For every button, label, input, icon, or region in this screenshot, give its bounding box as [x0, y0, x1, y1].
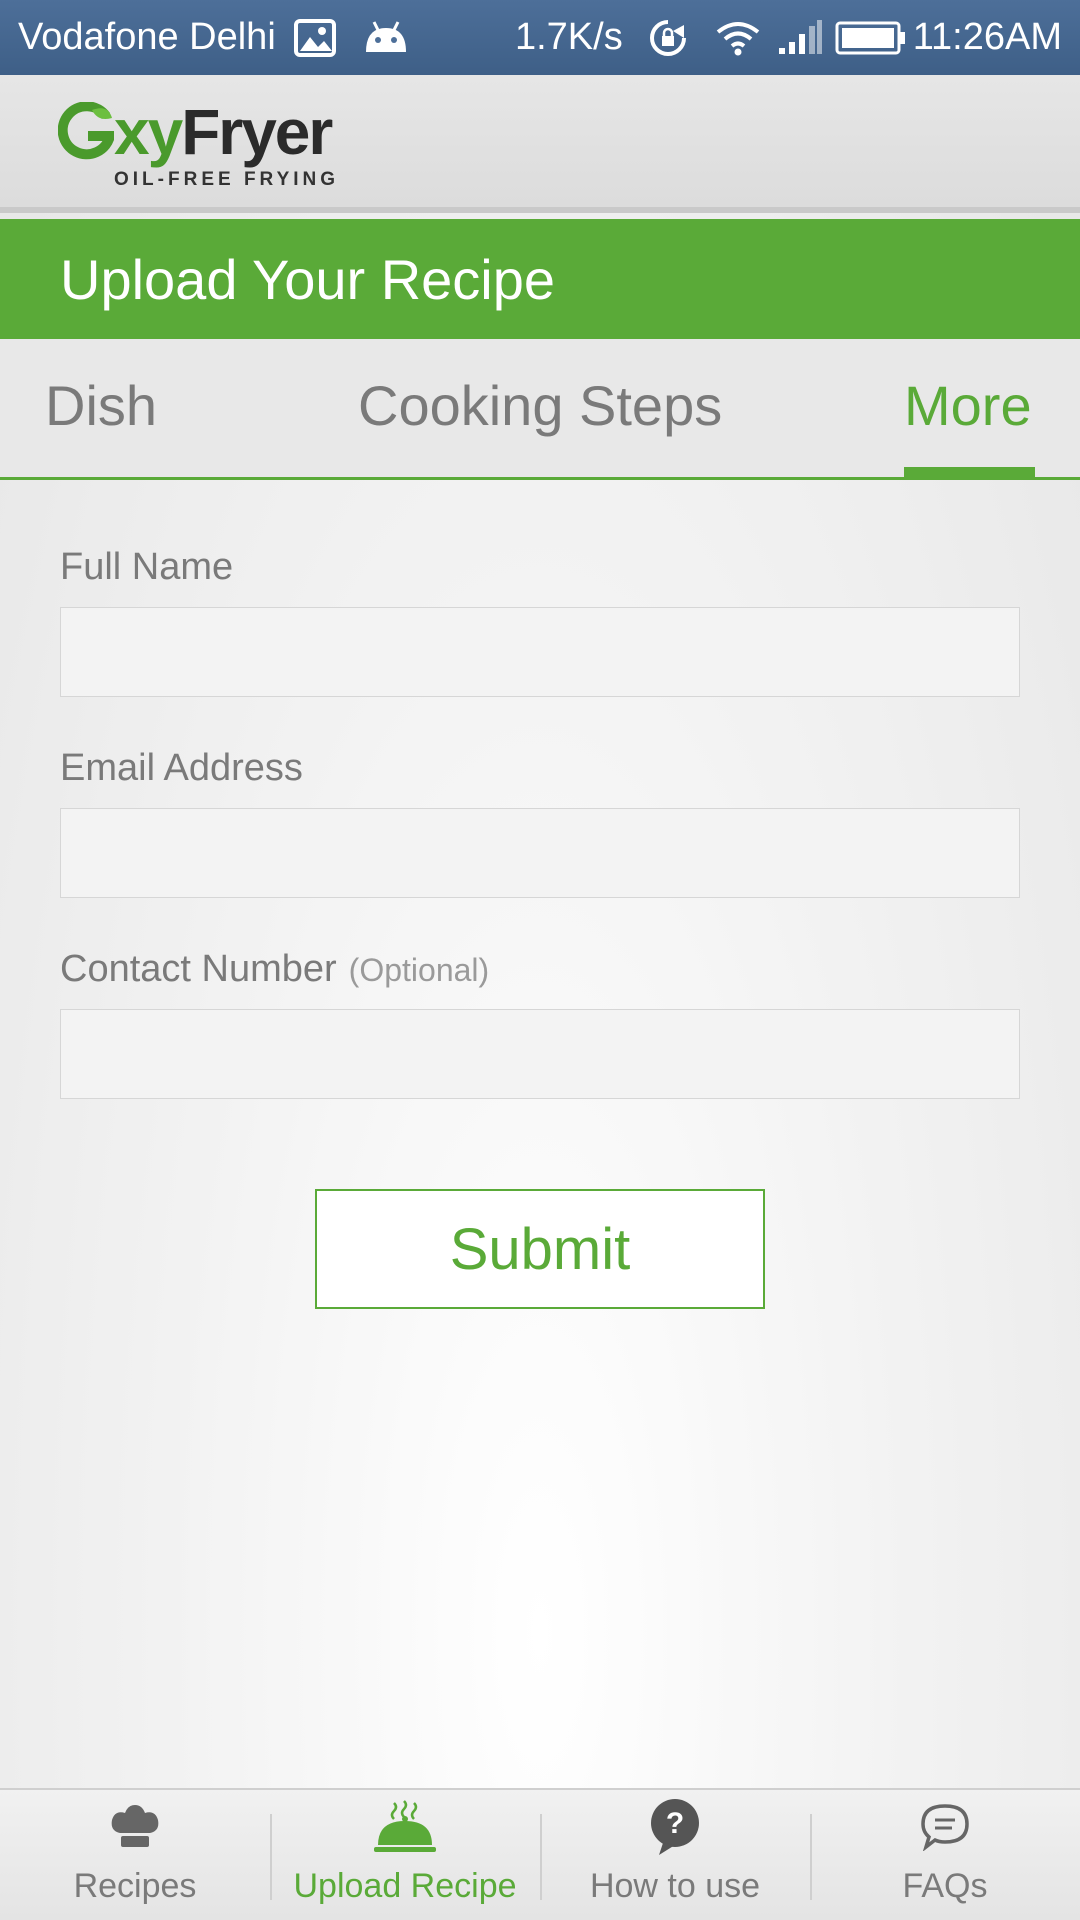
nav-item-how-to-use[interactable]: ? How to use	[540, 1790, 810, 1920]
nav-label-recipes: Recipes	[73, 1867, 197, 1905]
bottom-nav: Recipes Upload Recipe ? How to use FAQs	[0, 1788, 1080, 1920]
email-label: Email Address	[60, 747, 303, 789]
active-tab-indicator	[904, 467, 1035, 479]
tab-more[interactable]: More	[904, 373, 1032, 438]
question-icon: ?	[649, 1797, 701, 1857]
contact-label-row: Contact Number (Optional)	[60, 948, 489, 991]
logo-brand-text: Fryer	[181, 96, 333, 168]
contact-label: Contact Number	[60, 948, 337, 990]
nav-item-faqs[interactable]: FAQs	[810, 1790, 1080, 1920]
clock: 11:26AM	[912, 16, 1062, 58]
contact-optional-hint: (Optional)	[348, 952, 490, 988]
page-title: Upload Your Recipe	[60, 247, 556, 311]
signal-icon	[777, 19, 823, 56]
submit-button[interactable]: Submit	[315, 1189, 765, 1309]
network-speed: 1.7K/s	[514, 16, 623, 58]
rotation-lock-icon	[647, 17, 689, 59]
page-title-bar: Upload Your Recipe	[0, 219, 1080, 339]
status-bar: Vodafone Delhi 1.7K/s 11:26AM	[0, 0, 1080, 75]
nav-item-recipes[interactable]: Recipes	[0, 1790, 270, 1920]
full-name-field[interactable]	[60, 607, 1020, 697]
recipe-tabs: Dish Cooking Steps More	[0, 339, 1080, 480]
full-name-label: Full Name	[60, 546, 234, 588]
logo-oxy-text: xy	[114, 96, 183, 168]
contact-number-field[interactable]	[60, 1009, 1020, 1099]
nav-label-how-to-use: How to use	[589, 1867, 761, 1905]
tab-dish[interactable]: Dish	[45, 373, 157, 438]
carrier-name: Vodafone Delhi	[18, 16, 276, 58]
chef-hat-icon	[110, 1797, 160, 1857]
battery-icon	[835, 20, 907, 56]
nav-label-upload-recipe: Upload Recipe	[293, 1867, 517, 1905]
chat-bubble-icon	[920, 1797, 970, 1857]
wifi-icon	[715, 20, 761, 56]
image-icon	[293, 18, 336, 57]
nav-label-faqs: FAQs	[902, 1867, 988, 1905]
svg-text:?: ?	[666, 1807, 684, 1840]
serving-cloche-icon	[372, 1797, 438, 1857]
logo-tagline: OIL-FREE FRYING	[114, 169, 340, 190]
logo-o-leaf-icon	[58, 102, 114, 162]
oxyfryer-logo: xy Fryer OIL-FREE FRYING	[58, 97, 368, 197]
tab-cooking-steps[interactable]: Cooking Steps	[358, 373, 722, 438]
app-header: xy Fryer OIL-FREE FRYING	[0, 75, 1080, 213]
email-field[interactable]	[60, 808, 1020, 898]
nav-item-upload-recipe[interactable]: Upload Recipe	[270, 1790, 540, 1920]
android-icon	[362, 20, 410, 56]
